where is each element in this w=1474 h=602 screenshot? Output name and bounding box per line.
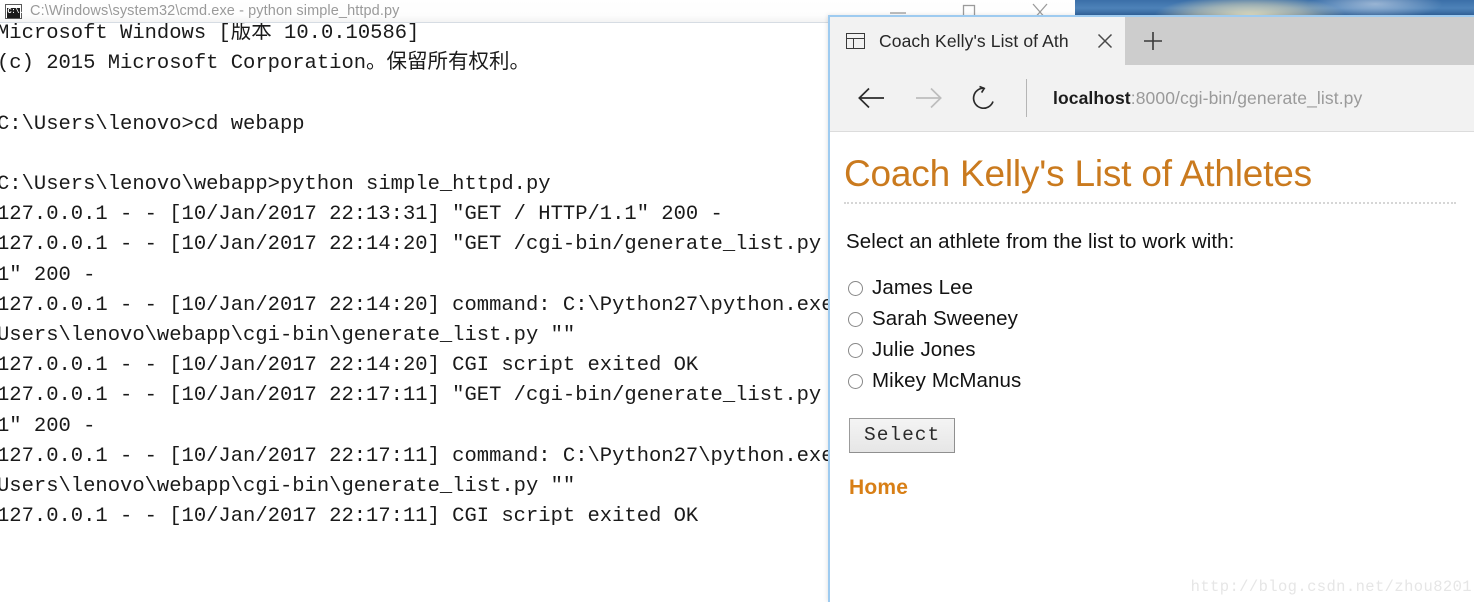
page-title: Coach Kelly's List of Athletes — [844, 154, 1456, 204]
page-icon — [846, 33, 865, 49]
page-prompt: Select an athlete from the list to work … — [846, 229, 1235, 253]
cmd-console-output: Microsoft Windows [版本 10.0.10586] (c) 20… — [0, 23, 920, 529]
cmd-window-title: C:\Windows\system32\cmd.exe - python sim… — [30, 3, 400, 19]
watermark-text: http://blog.csdn.net/zhou8201 — [1190, 578, 1472, 596]
arrow-left-icon — [858, 87, 884, 109]
plus-icon — [1144, 32, 1162, 50]
radio-button[interactable] — [848, 342, 863, 358]
navbar-divider — [1026, 79, 1027, 117]
close-icon — [1097, 33, 1113, 49]
cmd-console-icon — [5, 3, 23, 19]
tab-close-button[interactable] — [1085, 17, 1125, 65]
radio-button[interactable] — [848, 373, 863, 389]
arrow-right-icon — [916, 87, 942, 109]
athlete-name: James Lee — [872, 276, 974, 300]
athlete-radio-group: James Lee Sarah Sweeney Julie Jones Mike… — [848, 273, 1456, 397]
list-item[interactable]: Julie Jones — [848, 335, 1456, 366]
radio-button[interactable] — [848, 280, 863, 296]
browser-tabstrip: Coach Kelly's List of Ath — [830, 17, 1474, 65]
forward-button[interactable] — [900, 70, 956, 126]
athlete-name: Julie Jones — [872, 338, 976, 362]
url-host: localhost — [1053, 87, 1131, 108]
tab-coach-kellys-list[interactable]: Coach Kelly's List of Ath — [830, 17, 1125, 65]
url-path: :8000/cgi-bin/generate_list.py — [1130, 87, 1363, 108]
reload-icon — [972, 85, 994, 110]
reload-button[interactable] — [956, 70, 1012, 126]
browser-window: Coach Kelly's List of Ath localhost:8000… — [828, 15, 1474, 602]
list-item[interactable]: James Lee — [848, 273, 1456, 304]
select-button[interactable]: Select — [849, 417, 956, 453]
browser-navbar: localhost:8000/cgi-bin/generate_list.py — [830, 65, 1474, 132]
list-item[interactable]: Mikey McManus — [848, 366, 1456, 397]
page-content: Coach Kelly's List of Athletes Select an… — [830, 132, 1474, 602]
tab-title: Coach Kelly's List of Ath — [879, 30, 1069, 51]
home-link[interactable]: Home — [849, 476, 1456, 500]
athlete-name: Mikey McManus — [872, 369, 1022, 393]
list-item[interactable]: Sarah Sweeney — [848, 304, 1456, 335]
back-button[interactable] — [844, 70, 900, 126]
address-bar[interactable]: localhost:8000/cgi-bin/generate_list.py — [1035, 88, 1474, 109]
screen-root: C:\Windows\system32\cmd.exe - python sim… — [0, 0, 1474, 602]
new-tab-button[interactable] — [1125, 17, 1181, 65]
radio-button[interactable] — [848, 311, 863, 327]
tabstrip-empty-area[interactable] — [1181, 17, 1474, 65]
athlete-name: Sarah Sweeney — [872, 307, 1019, 331]
